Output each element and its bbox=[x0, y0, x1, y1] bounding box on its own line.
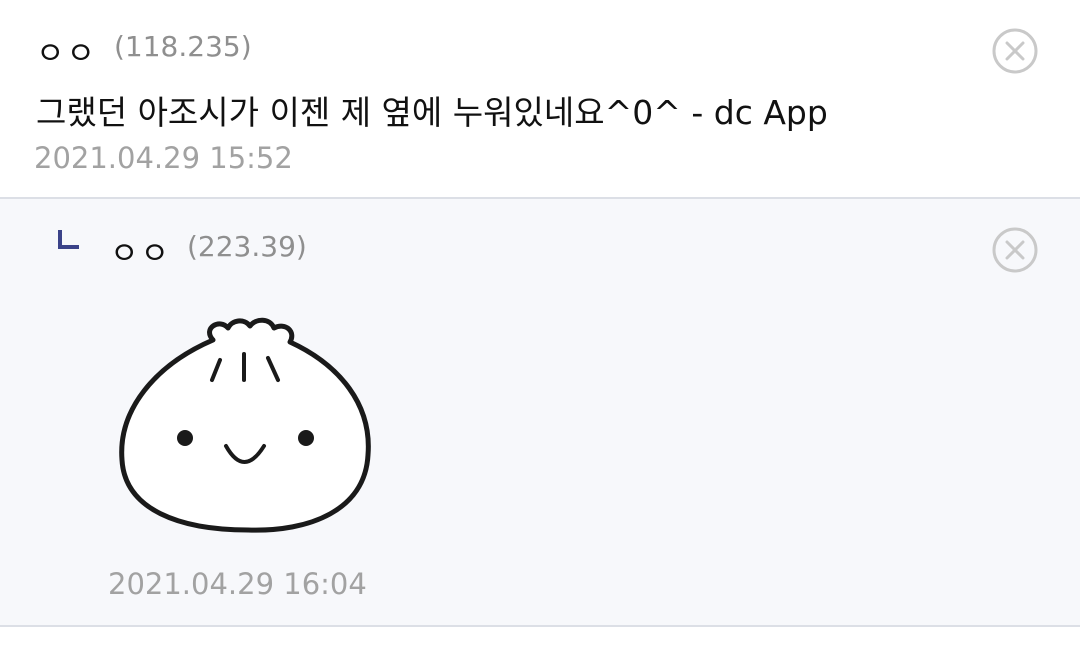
comment-nickname[interactable]: ㅇㅇ bbox=[36, 28, 97, 73]
close-circle-icon[interactable] bbox=[992, 28, 1038, 74]
comment-date: 2021.04.29 15:52 bbox=[34, 141, 293, 175]
reply-item: ㅇㅇ (223.39) 2021.04.29 16:04 bbox=[0, 199, 1080, 627]
comment-ip: (118.235) bbox=[114, 30, 252, 63]
reply-arrow-icon bbox=[58, 230, 79, 249]
comment-text: 그랬던 아조시가 이젠 제 옆에 누워있네요^0^ - dc App bbox=[36, 93, 828, 132]
reply-ip: (223.39) bbox=[187, 230, 307, 263]
dumpling-sticker bbox=[119, 317, 371, 533]
comment-list: ㅇㅇ (118.235) 그랬던 아조시가 이젠 제 옆에 누워있네요^0^ -… bbox=[0, 0, 1080, 651]
comment-item: ㅇㅇ (118.235) 그랬던 아조시가 이젠 제 옆에 누워있네요^0^ -… bbox=[0, 0, 1080, 199]
reply-date: 2021.04.29 16:04 bbox=[108, 567, 367, 601]
close-circle-icon[interactable] bbox=[992, 227, 1038, 273]
reply-nickname[interactable]: ㅇㅇ bbox=[110, 228, 171, 273]
